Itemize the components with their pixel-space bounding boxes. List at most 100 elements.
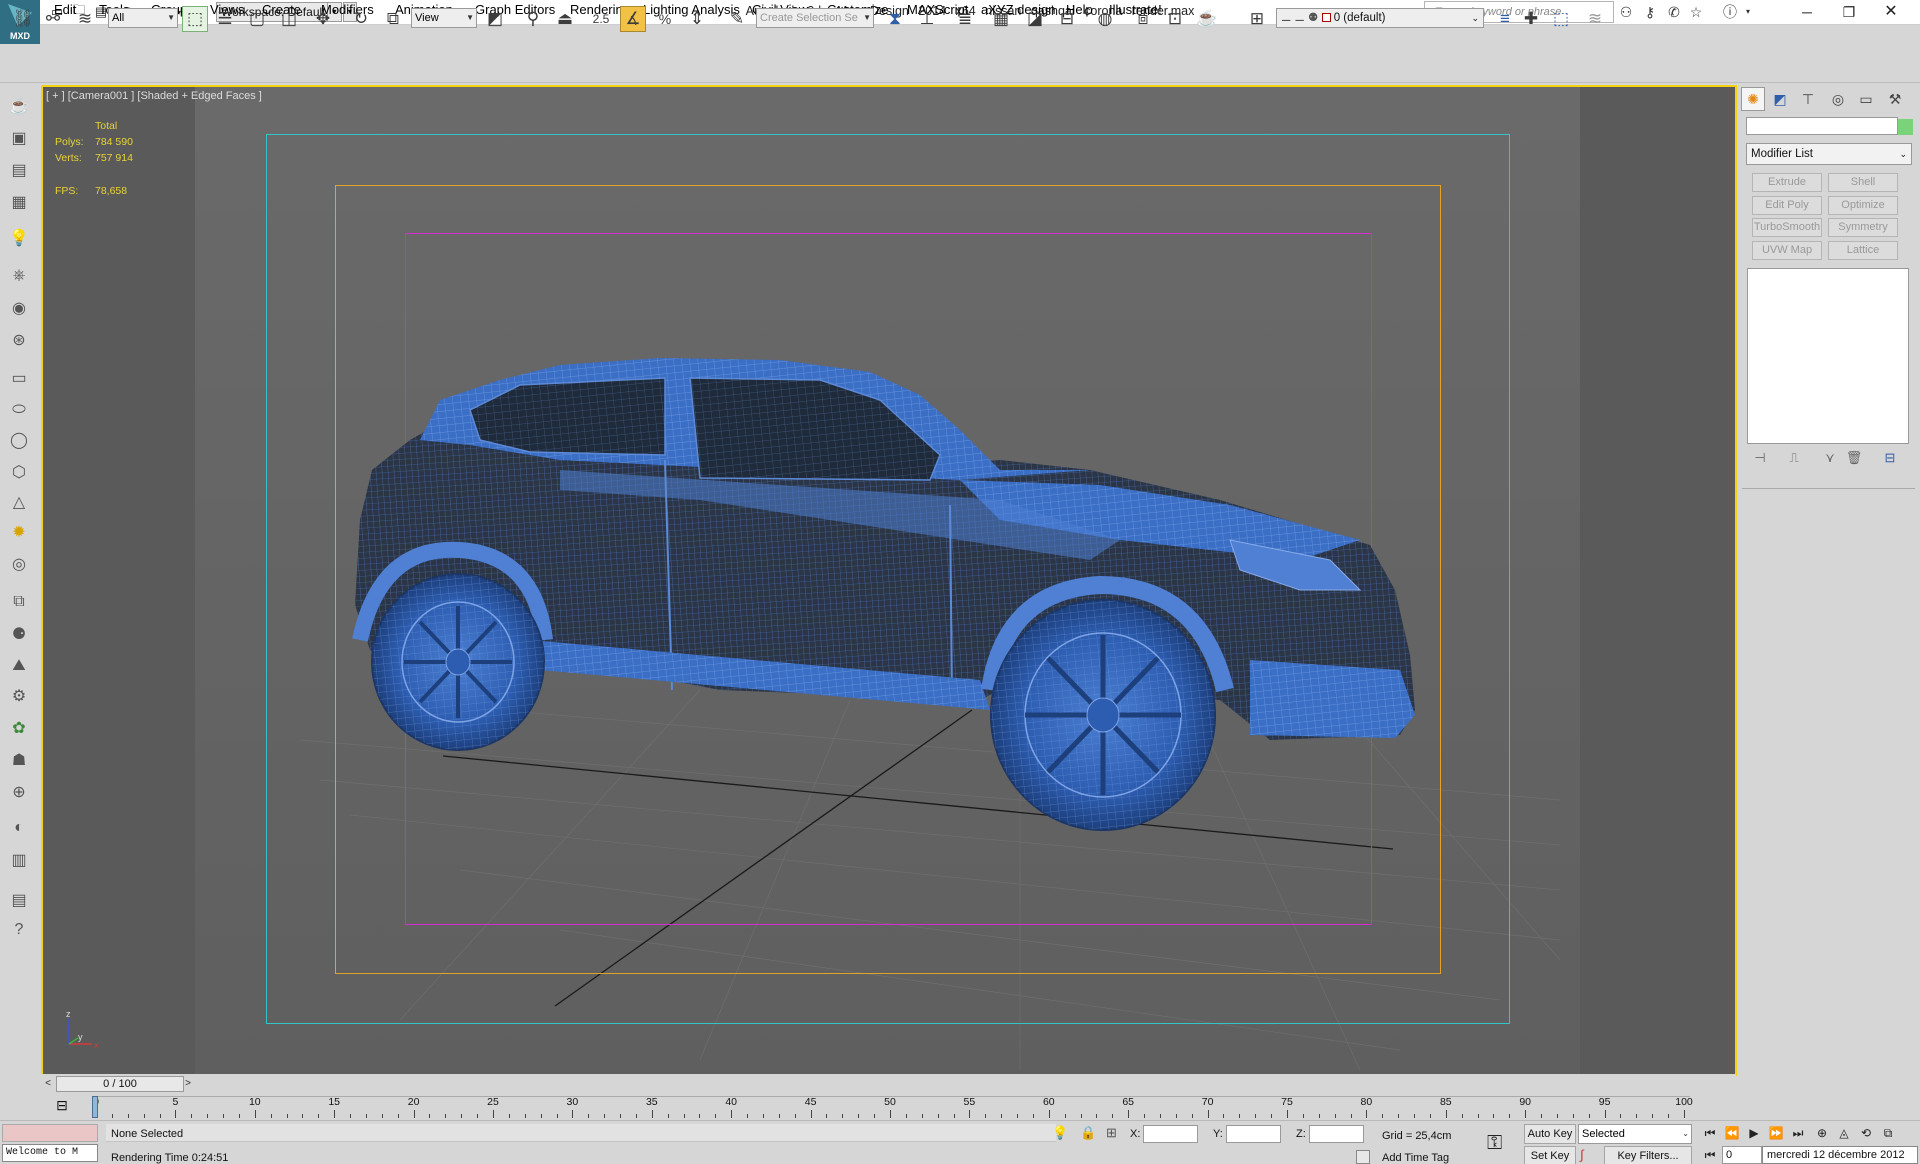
timeline-tick <box>540 1114 542 1118</box>
grid-spacing-text: Grid = 25,4cm <box>1382 1130 1452 1142</box>
object-color-swatch[interactable] <box>1898 119 1913 135</box>
go-to-end-icon[interactable]: ⏭ <box>1788 1124 1808 1142</box>
timeline-tick <box>1604 1110 1606 1118</box>
current-frame-field[interactable]: 0 <box>1722 1146 1762 1164</box>
timeline-tick <box>635 1114 637 1118</box>
y-coordinate-field[interactable] <box>1226 1125 1281 1143</box>
symmetry-button[interactable]: Symmetry <box>1828 218 1898 237</box>
auto-key-button[interactable]: Auto Key <box>1524 1124 1576 1144</box>
timeline-tick <box>683 1114 685 1118</box>
next-key-icon[interactable]: ⏩ <box>1766 1124 1786 1142</box>
key-filters-button[interactable]: Key Filters... <box>1604 1146 1692 1164</box>
timeline-tick <box>1032 1114 1034 1118</box>
axis-y-label: y <box>78 1032 83 1042</box>
timeline-tick <box>1001 1114 1003 1118</box>
timeline-tick <box>921 1114 923 1118</box>
utilities-tab-icon[interactable]: ⚒ <box>1883 87 1907 111</box>
previous-frame-arrow[interactable]: < <box>41 1076 55 1092</box>
lattice-button[interactable]: Lattice <box>1828 241 1898 260</box>
timeline-tick <box>1080 1114 1082 1118</box>
optimize-button[interactable]: Optimize <box>1828 196 1898 215</box>
time-slider[interactable]: 0 / 100 <box>56 1076 184 1092</box>
time-tag-icon[interactable] <box>1356 1150 1370 1164</box>
modifier-stack-list[interactable] <box>1747 268 1909 444</box>
timeline-frame-number: 10 <box>248 1096 261 1108</box>
timeline-frame-number: 60 <box>1042 1096 1055 1108</box>
timeline-track[interactable]: 0510152025303540455055606570758085909510… <box>93 1096 1693 1118</box>
key-mode-toggle-icon[interactable]: ⏮ <box>1700 1146 1720 1164</box>
zoom-extents-icon[interactable]: ⊕ <box>1812 1124 1832 1142</box>
hierarchy-tab-icon[interactable]: ⊤ <box>1796 87 1820 111</box>
selection-status-text: None Selected <box>111 1128 184 1140</box>
remove-modifier-icon[interactable]: 🗑 <box>1844 448 1864 468</box>
object-name-field[interactable] <box>1746 117 1898 135</box>
open-mini-curve-editor-icon[interactable]: ⊟ <box>52 1097 72 1117</box>
isolate-selection-icon[interactable]: 💡 <box>1052 1125 1068 1141</box>
timeline-tick <box>1017 1114 1019 1118</box>
timeline-frame-number: 100 <box>1675 1096 1693 1108</box>
timeline-tick <box>1096 1114 1098 1118</box>
show-end-result-icon[interactable]: ⎍ <box>1784 448 1804 468</box>
timeline-tick <box>477 1114 479 1118</box>
key-selection-set-dropdown[interactable]: Selected ⌄ <box>1578 1124 1692 1144</box>
next-frame-arrow[interactable]: > <box>181 1076 195 1092</box>
timeline-tick <box>1509 1114 1511 1118</box>
display-tab-icon[interactable]: ▭ <box>1854 87 1878 111</box>
timeline-tick <box>858 1114 860 1118</box>
timeline-tick <box>143 1114 145 1118</box>
timeline-tick <box>1334 1114 1336 1118</box>
extrude-button[interactable]: Extrude <box>1752 173 1822 192</box>
turbosmooth-button[interactable]: TurboSmooth <box>1752 218 1822 237</box>
default-tangents-icon[interactable]: ∫ <box>1580 1147 1584 1162</box>
maximize-viewport-icon[interactable]: ⧉ <box>1878 1124 1898 1142</box>
rendering-time-text: Rendering Time 0:24:51 <box>111 1152 229 1164</box>
timeline-tick <box>1144 1114 1146 1118</box>
timeline-tick <box>461 1114 463 1118</box>
timeline-tick <box>762 1114 764 1118</box>
timeline-tick <box>207 1114 209 1118</box>
set-key-button[interactable]: Set Key <box>1524 1146 1576 1164</box>
field-of-view-icon[interactable]: ◬ <box>1834 1124 1854 1142</box>
set-key-mode-key-icon[interactable]: ⚿ <box>1487 1132 1502 1155</box>
absolute-mode-transform-icon[interactable]: ⊞ <box>1106 1125 1117 1141</box>
add-time-tag-button[interactable]: Add Time Tag <box>1382 1152 1449 1164</box>
timeline-tick <box>1445 1110 1447 1118</box>
x-coordinate-field[interactable] <box>1143 1125 1198 1143</box>
stats-verts-value: 757 914 <box>95 152 133 164</box>
modifier-list-dropdown[interactable]: Modifier List ⌄ <box>1746 143 1912 165</box>
grid-line <box>1359 729 1561 961</box>
shell-button[interactable]: Shell <box>1828 173 1898 192</box>
axis-tripod-icon: z y x <box>66 1010 99 1050</box>
play-icon[interactable]: ▶ <box>1744 1124 1764 1142</box>
modify-tab-icon[interactable]: ◩ <box>1768 87 1792 111</box>
create-tab-icon[interactable]: ✺ <box>1741 87 1765 111</box>
timeline-current-frame-marker[interactable] <box>92 1096 98 1118</box>
timeline-tick <box>397 1114 399 1118</box>
go-to-start-icon[interactable]: ⏮ <box>1700 1124 1720 1142</box>
timeline-tick <box>1271 1114 1273 1118</box>
maxscript-output[interactable]: Welcome to M <box>2 1144 98 1162</box>
timeline-tick <box>1287 1110 1288 1118</box>
timeline-tick <box>953 1114 955 1118</box>
orbit-camera-icon[interactable]: ⟲ <box>1856 1124 1876 1142</box>
make-unique-icon[interactable]: ⋎ <box>1820 448 1840 468</box>
pin-stack-icon[interactable]: ⊣ <box>1750 448 1770 468</box>
edit-poly-button[interactable]: Edit Poly <box>1752 196 1822 215</box>
timeline-tick <box>572 1110 574 1118</box>
previous-key-icon[interactable]: ⏪ <box>1722 1124 1742 1142</box>
timeline-frame-number: 75 <box>1281 1096 1293 1108</box>
viewport-label-menu[interactable]: [ + ] [Camera001 ] [Shaded + Edged Faces… <box>46 90 262 102</box>
maxscript-listener-input[interactable] <box>2 1124 98 1142</box>
timeline-frame-number: 50 <box>884 1096 896 1108</box>
motion-tab-icon[interactable]: ◎ <box>1826 87 1850 111</box>
chevron-down-icon: ⌄ <box>1682 1129 1689 1138</box>
timeline-tick <box>1541 1114 1543 1118</box>
selection-lock-icon[interactable]: 🔒 <box>1080 1125 1096 1141</box>
timeline-frame-number: 25 <box>487 1096 499 1108</box>
timeline-tick <box>1398 1114 1400 1118</box>
uvw-map-button[interactable]: UVW Map <box>1752 241 1822 260</box>
modifier-list-label: Modifier List <box>1751 148 1813 160</box>
configure-modifier-sets-icon[interactable]: ⊟ <box>1880 448 1900 468</box>
z-coordinate-field[interactable] <box>1309 1125 1364 1143</box>
timeline-tick <box>1493 1114 1495 1118</box>
